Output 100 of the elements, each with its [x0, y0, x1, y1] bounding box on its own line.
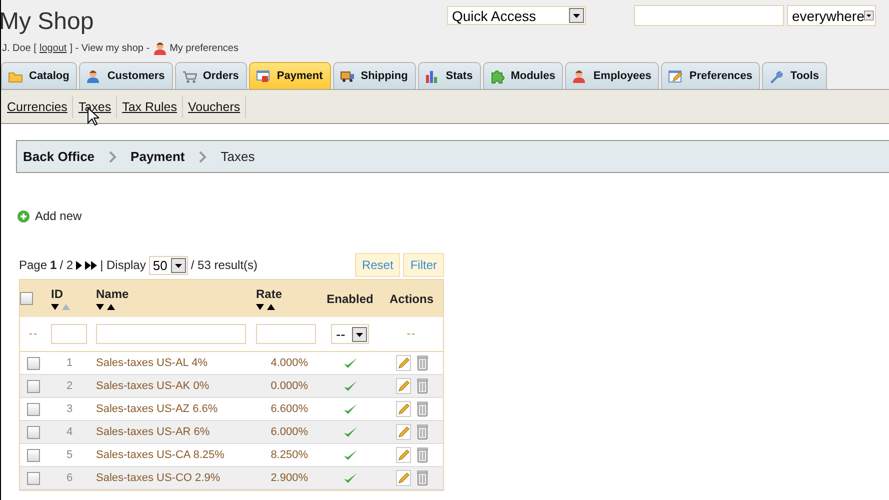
row-checkbox[interactable] — [27, 380, 40, 392]
no-filter-text: -- — [28, 328, 38, 340]
trash-can-icon[interactable] — [416, 447, 428, 463]
row-checkbox[interactable] — [27, 472, 40, 484]
table-cell: 6.000% — [270, 426, 308, 438]
subnav-link[interactable]: Vouchers — [188, 100, 240, 114]
nav-tab[interactable]: Catalog — [1, 62, 78, 89]
next-page-icon — [76, 260, 82, 270]
page-number: 1 — [50, 258, 57, 272]
subnav-link[interactable]: Currencies — [7, 100, 68, 114]
search-field[interactable] — [634, 5, 784, 26]
column-header: ID — [51, 286, 64, 300]
filter-field[interactable] — [256, 324, 316, 344]
table-row[interactable]: 4 Sales-taxes US-AR 6% 6.000% — [20, 421, 443, 444]
trash-can-icon[interactable] — [416, 401, 428, 417]
card-window-icon — [256, 68, 271, 84]
sort-arrows-icon — [51, 304, 71, 310]
breadcrumb-item: Taxes — [220, 149, 255, 164]
user-name: J. Doe [ — [2, 42, 36, 54]
table-cell: 3 — [66, 403, 73, 415]
edit-pencil-icon[interactable] — [396, 401, 410, 417]
table-cell: 0.000% — [270, 380, 308, 392]
table-cell: Sales-taxes US-AL 4% — [96, 357, 208, 369]
edit-pencil-icon[interactable] — [396, 447, 410, 463]
table-cell: 6 — [66, 472, 73, 484]
nav-tab[interactable]: Orders — [174, 62, 247, 89]
row-checkbox[interactable] — [27, 402, 40, 416]
table-cell: Sales-taxes US-AK 0% — [96, 380, 210, 392]
table-cell: 6.600% — [270, 403, 308, 415]
preferences-link[interactable]: My preferences — [170, 42, 238, 54]
search-scope-select[interactable]: everywhere — [787, 5, 876, 26]
subnav-link[interactable]: Taxes — [78, 100, 112, 114]
puzzle-icon — [490, 68, 505, 84]
enabled-filter-select[interactable]: -- — [331, 324, 369, 344]
display-label: | Display — [100, 258, 146, 272]
person-icon — [572, 68, 588, 84]
breadcrumb-item[interactable]: Payment — [130, 149, 185, 164]
nav-tab[interactable]: Employees — [565, 62, 660, 89]
subnav-link[interactable]: Tax Rules — [122, 100, 177, 114]
bar-chart-icon — [424, 68, 440, 84]
table-row[interactable]: 5 Sales-taxes US-CA 8.25% 8.250% — [20, 444, 443, 467]
table-row[interactable]: 1 Sales-taxes US-AL 4% 4.000% — [20, 352, 443, 375]
nav-tab[interactable]: Customers — [79, 62, 173, 89]
nav-tab[interactable]: Preferences — [661, 62, 760, 89]
edit-pencil-icon[interactable] — [396, 470, 410, 486]
add-new-link[interactable]: Add new — [35, 209, 82, 223]
filter-field[interactable] — [96, 324, 246, 344]
last-page-icon — [85, 260, 98, 270]
select-all-checkbox[interactable] — [20, 292, 33, 305]
table-cell: 4.000% — [270, 357, 308, 369]
column-header: Rate — [256, 286, 284, 300]
logout-link[interactable]: logout — [39, 42, 67, 54]
wrench-icon — [769, 68, 784, 84]
result-count: / 53 result(s) — [190, 258, 258, 272]
edit-pencil-icon[interactable] — [396, 424, 410, 440]
table-cell: 5 — [66, 449, 73, 461]
table-cell: 1 — [66, 357, 73, 369]
breadcrumb-item[interactable]: Back Office — [23, 149, 95, 164]
sort-arrows-icon — [256, 304, 276, 310]
nav-tab[interactable]: Shipping — [332, 62, 416, 89]
person-icon — [86, 68, 102, 84]
table-row[interactable]: 2 Sales-taxes US-AK 0% 0.000% — [20, 375, 443, 398]
table-cell: Sales-taxes US-AZ 6.6% — [96, 403, 218, 415]
column-header: Actions — [388, 292, 434, 306]
table-cell: 8.250% — [270, 449, 308, 461]
truck-icon — [340, 68, 355, 84]
edit-pencil-icon[interactable] — [396, 355, 410, 371]
view-shop-text: ] - View my shop - — [70, 42, 150, 54]
table-row[interactable]: 3 Sales-taxes US-AZ 6.6% 6.600% — [20, 398, 443, 421]
column-header: Enabled — [326, 292, 374, 306]
no-filter-text: -- — [406, 328, 416, 340]
chevron-right-icon — [198, 150, 207, 162]
table-row[interactable]: 6 Sales-taxes US-CO 2.9% 2.900% — [20, 467, 443, 490]
person-icon — [152, 41, 167, 55]
nav-tab[interactable]: Modules — [482, 62, 564, 89]
table-cell: Sales-taxes US-AR 6% — [96, 426, 210, 438]
nav-tab[interactable]: Tools — [762, 62, 827, 89]
nav-tab[interactable]: Payment — [248, 62, 331, 89]
row-checkbox[interactable] — [27, 426, 40, 438]
table-cell: 4 — [66, 426, 73, 438]
filter-field[interactable] — [51, 324, 87, 344]
cart-icon — [182, 68, 197, 84]
trash-can-icon[interactable] — [416, 470, 428, 486]
trash-can-icon[interactable] — [416, 355, 428, 371]
table-cell: 2 — [66, 380, 73, 392]
table-cell: Sales-taxes US-CA 8.25% — [96, 449, 224, 461]
page-total: / 2 — [60, 258, 74, 272]
edit-pencil-icon[interactable] — [396, 378, 410, 394]
pencil-window-icon — [668, 68, 684, 84]
nav-tab[interactable]: Stats — [418, 62, 481, 89]
row-checkbox[interactable] — [27, 356, 40, 370]
quick-access-select[interactable]: Quick Access — [447, 6, 586, 25]
per-page-select[interactable]: 50 — [148, 256, 188, 274]
page-label: Page — [19, 258, 48, 272]
shop-title: My Shop — [1, 7, 95, 37]
row-checkbox[interactable] — [27, 448, 40, 462]
trash-can-icon[interactable] — [416, 424, 428, 440]
column-header: Name — [96, 286, 130, 300]
trash-can-icon[interactable] — [416, 378, 428, 394]
sort-arrows-icon — [96, 304, 116, 310]
